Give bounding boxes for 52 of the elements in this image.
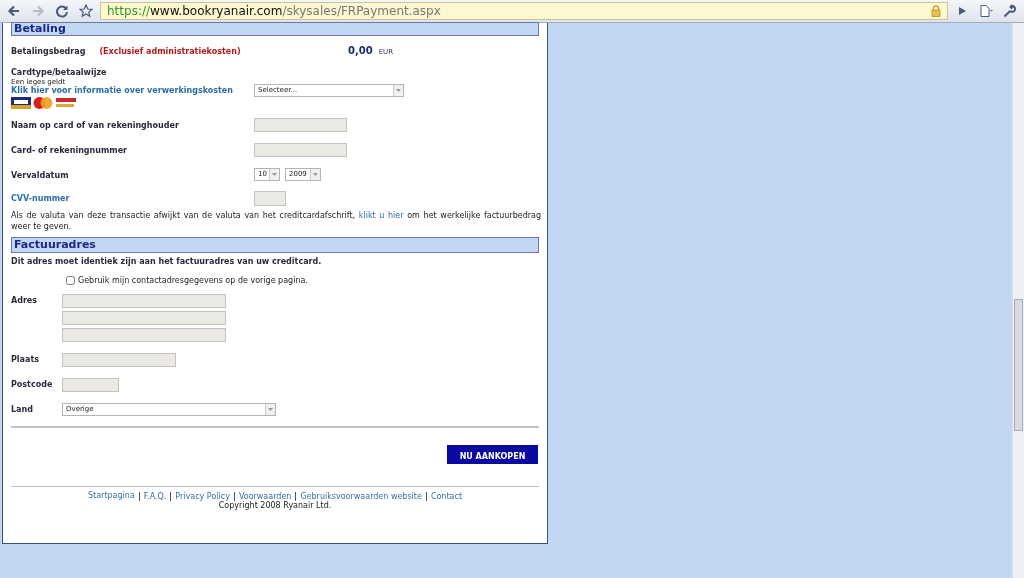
footer-link[interactable]: Gebruiksvoorwaarden website — [300, 491, 422, 501]
visa-card-icon — [11, 96, 31, 109]
field-label: Cardtype/betaalwijze — [11, 68, 108, 78]
input-field[interactable] — [254, 142, 347, 157]
footer-link[interactable]: Privacy Policy — [175, 491, 230, 501]
input-field[interactable] — [254, 190, 286, 206]
field-label: Naam op card of van rekeninghouder — [11, 119, 180, 132]
checkbox[interactable] — [66, 276, 75, 286]
dropdown-arrow-icon — [272, 172, 277, 176]
scrollbar-thumb[interactable] — [1014, 299, 1023, 431]
field-label: Vervaldatum — [11, 169, 70, 181]
notice-paragraph: Als de valuta van deze transactie afwijkt van de valuta van het creditcardafschrift, klikt u hier om het werkelijke factuurbedrag weer te geven. — [11, 209, 541, 232]
inline-link[interactable]: klikt u hier — [358, 210, 404, 220]
field-label: Adres — [11, 294, 39, 307]
page-menu-icon — [979, 4, 993, 18]
input-field[interactable] — [62, 352, 176, 367]
footer-link[interactable]: F.A.Q. — [143, 491, 167, 501]
checkbox-label: Gebruik mijn contactadresgegevens op de vorige pagina. — [78, 276, 308, 286]
footer-link[interactable]: Contact — [430, 491, 462, 501]
bookmark-star-button[interactable] — [76, 2, 96, 20]
amount-value: 0,00 — [348, 45, 373, 57]
footer-link[interactable]: Startpagina — [88, 490, 135, 500]
input-field[interactable] — [62, 293, 226, 308]
input-field[interactable] — [62, 310, 226, 325]
field-label: Betalingsbedrag — [11, 47, 86, 57]
reload-icon — [55, 4, 69, 18]
mastercard-icon — [32, 96, 54, 109]
section-header: Betaling — [11, 22, 539, 36]
dropdown-arrow-icon — [268, 407, 273, 411]
field-label: Postcode — [11, 378, 54, 391]
address-bar[interactable]: https://www.bookryanair.com/skysales/FRPayment.aspx — [100, 2, 948, 20]
footer-link[interactable]: Voorwaarden — [238, 491, 292, 501]
field-label: Plaats — [11, 353, 40, 366]
input-field[interactable] — [62, 327, 226, 342]
forward-icon — [31, 4, 45, 18]
copyright-text: Copyright 2008 Ryanair Ltd. — [218, 500, 332, 511]
info-link[interactable]: Klik hier voor informatie over verwerkingskosten — [11, 86, 254, 96]
field-label: Card- of rekeningnummer — [11, 144, 128, 157]
dropdown-arrow-icon — [396, 89, 401, 92]
input-field[interactable] — [254, 117, 347, 132]
amount-note: (Exclusief administratiekosten) — [99, 47, 241, 57]
intro-text: Dit adres moet identiek zijn aan het factuuradres van uw creditcard. — [11, 256, 323, 267]
input-field[interactable] — [62, 377, 119, 392]
back-icon — [7, 4, 21, 18]
buy-button[interactable]: NU AANKOPEN — [447, 444, 538, 464]
field-label: Land — [11, 403, 34, 416]
bookmark-star-icon — [79, 4, 93, 18]
field-label: CVV-nummer — [11, 192, 71, 205]
url-text: https://www.bookryanair.com/skysales/FRPayment.aspx — [107, 3, 441, 19]
section-header: Factuuradres — [11, 236, 539, 253]
scrollbar[interactable] — [1012, 23, 1024, 578]
dropdown-arrow-icon — [313, 172, 318, 176]
